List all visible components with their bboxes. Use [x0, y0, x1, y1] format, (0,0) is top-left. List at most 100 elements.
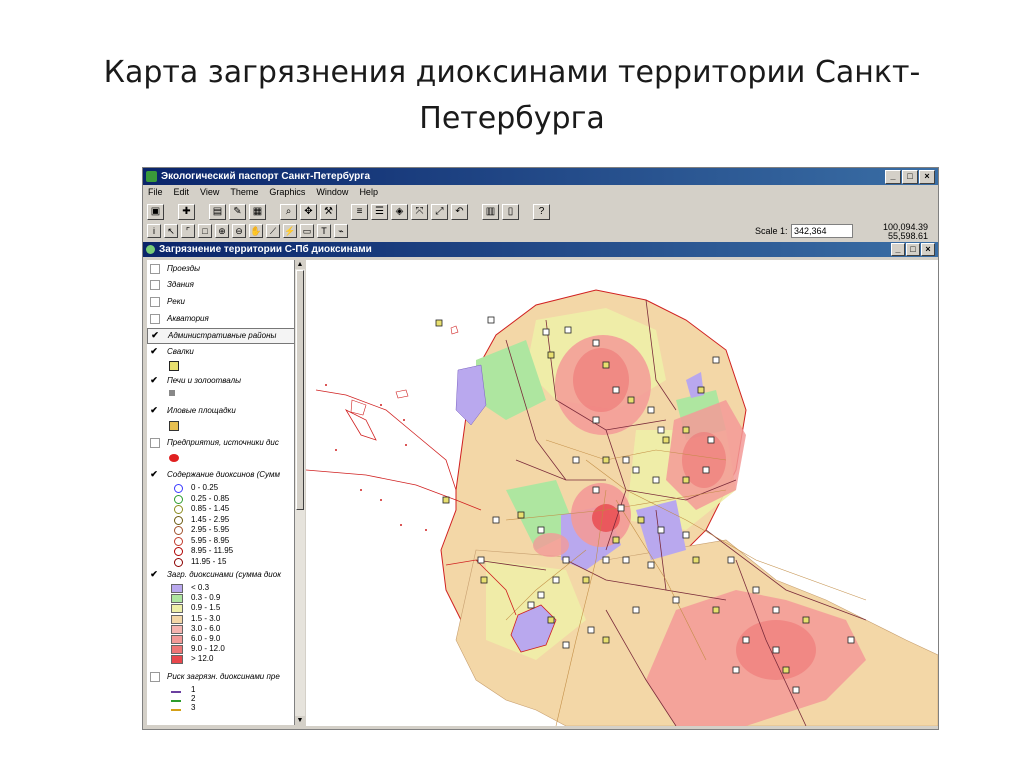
pan-tool[interactable]: ✋	[249, 224, 263, 238]
measure-tool[interactable]: ⟋	[266, 224, 280, 238]
menu-theme[interactable]: Theme	[230, 185, 258, 200]
sampling-site-marker[interactable]	[752, 586, 760, 594]
sampling-site-marker[interactable]	[632, 466, 640, 474]
sampling-site-marker[interactable]	[792, 686, 800, 694]
sampling-site-marker[interactable]	[847, 636, 855, 644]
view-minimize-button[interactable]: _	[891, 243, 905, 256]
map-view[interactable]	[306, 260, 938, 726]
sampling-site-marker[interactable]	[742, 636, 750, 644]
sampling-site-marker[interactable]	[772, 606, 780, 614]
hammer-button[interactable]: ⚒	[320, 204, 337, 220]
sampling-site-marker[interactable]	[592, 339, 600, 347]
sampling-site-marker[interactable]	[782, 666, 790, 674]
sampling-site-marker[interactable]	[697, 386, 705, 394]
view-window-titlebar[interactable]: Загрязнение территории С-Пб диоксинами _…	[143, 242, 938, 257]
layers-edit-button[interactable]: ☰	[371, 204, 388, 220]
sampling-site-marker[interactable]	[477, 556, 485, 564]
layer-checkbox-checked[interactable]: ✔	[150, 347, 158, 356]
sampling-site-marker[interactable]	[727, 556, 735, 564]
save-button[interactable]: ▣	[147, 204, 164, 220]
layer-checkbox[interactable]	[150, 280, 160, 290]
sampling-site-marker[interactable]	[682, 531, 690, 539]
chart-button[interactable]: ▯	[502, 204, 519, 220]
sampling-site-marker[interactable]	[564, 326, 572, 334]
pan-select-button[interactable]: ✥	[300, 204, 317, 220]
sampling-site-marker[interactable]	[682, 426, 690, 434]
text-tool[interactable]: T	[317, 224, 331, 238]
full-extent-button[interactable]: ⤧	[411, 204, 428, 220]
legend-scrollbar[interactable]: ▲ ▼	[294, 260, 305, 725]
layout-button[interactable]: ▥	[482, 204, 499, 220]
sampling-site-marker[interactable]	[707, 436, 715, 444]
sampling-site-marker[interactable]	[657, 426, 665, 434]
layer-checkbox[interactable]	[150, 672, 160, 682]
sampling-site-marker[interactable]	[562, 641, 570, 649]
sampling-site-marker[interactable]	[662, 436, 670, 444]
layer-checkbox-checked[interactable]: ✔	[150, 376, 158, 385]
sampling-site-marker[interactable]	[552, 576, 560, 584]
view-close-button[interactable]: ×	[921, 243, 935, 256]
hotlink-tool[interactable]: ⚡	[283, 224, 297, 238]
select-box-tool[interactable]: □	[198, 224, 212, 238]
sampling-site-marker[interactable]	[547, 351, 555, 359]
layer-checkbox-checked[interactable]: ✔	[150, 406, 158, 415]
sampling-site-marker[interactable]	[657, 526, 665, 534]
legend-layer-districts[interactable]: ✔ Административные районы	[147, 328, 296, 344]
table-button[interactable]: ▤	[209, 204, 226, 220]
identify-tool[interactable]: i	[147, 224, 161, 238]
layer-checkbox[interactable]	[150, 297, 160, 307]
binoculars-button[interactable]: ⌕	[280, 204, 297, 220]
sampling-site-marker[interactable]	[612, 536, 620, 544]
zoom-in-tool[interactable]: ⊕	[215, 224, 229, 238]
sampling-site-marker[interactable]	[592, 416, 600, 424]
zoom-extent-button[interactable]: ⤢	[431, 204, 448, 220]
sampling-site-marker[interactable]	[712, 356, 720, 364]
sampling-site-marker[interactable]	[547, 616, 555, 624]
menu-view[interactable]: View	[200, 185, 219, 200]
zoom-out-tool[interactable]: ⊖	[232, 224, 246, 238]
sampling-site-marker[interactable]	[602, 361, 610, 369]
layer-checkbox-checked[interactable]: ✔	[151, 331, 159, 340]
previous-extent-button[interactable]: ↶	[451, 204, 468, 220]
sampling-site-marker[interactable]	[487, 316, 495, 324]
sampling-site-marker[interactable]	[442, 496, 450, 504]
sampling-site-marker[interactable]	[622, 456, 630, 464]
menu-help[interactable]: Help	[359, 185, 378, 200]
sampling-site-marker[interactable]	[732, 666, 740, 674]
layer-checkbox[interactable]	[150, 438, 160, 448]
scroll-down-arrow-icon[interactable]: ▼	[295, 716, 305, 725]
layer-checkbox[interactable]	[150, 314, 160, 324]
sampling-site-marker[interactable]	[587, 626, 595, 634]
close-button[interactable]: ×	[919, 170, 935, 184]
sampling-site-marker[interactable]	[652, 476, 660, 484]
shapes-button[interactable]: ◈	[391, 204, 408, 220]
view-maximize-button[interactable]: □	[906, 243, 920, 256]
menu-file[interactable]: File	[148, 185, 163, 200]
sampling-site-marker[interactable]	[637, 516, 645, 524]
sampling-site-marker[interactable]	[592, 486, 600, 494]
add-theme-button[interactable]: ✚	[178, 204, 195, 220]
menu-graphics[interactable]: Graphics	[269, 185, 305, 200]
scroll-up-arrow-icon[interactable]: ▲	[295, 260, 305, 269]
edit-button[interactable]: ✎	[229, 204, 246, 220]
sampling-site-marker[interactable]	[517, 511, 525, 519]
sampling-site-marker[interactable]	[612, 386, 620, 394]
sampling-site-marker[interactable]	[627, 396, 635, 404]
sampling-site-marker[interactable]	[622, 556, 630, 564]
sampling-site-marker[interactable]	[582, 576, 590, 584]
minimize-button[interactable]: _	[885, 170, 901, 184]
layer-checkbox-checked[interactable]: ✔	[150, 570, 158, 579]
sampling-site-marker[interactable]	[802, 616, 810, 624]
sampling-site-marker[interactable]	[480, 576, 488, 584]
sampling-site-marker[interactable]	[647, 561, 655, 569]
pointer-tool[interactable]: ↖	[164, 224, 178, 238]
sampling-site-marker[interactable]	[527, 601, 535, 609]
menu-window[interactable]: Window	[316, 185, 348, 200]
draw-tool[interactable]: ⌁	[334, 224, 348, 238]
sampling-site-marker[interactable]	[682, 476, 690, 484]
sampling-site-marker[interactable]	[602, 636, 610, 644]
help-button[interactable]: ?	[533, 204, 550, 220]
sampling-site-marker[interactable]	[772, 646, 780, 654]
sampling-site-marker[interactable]	[572, 456, 580, 464]
layer-checkbox[interactable]	[150, 264, 160, 274]
